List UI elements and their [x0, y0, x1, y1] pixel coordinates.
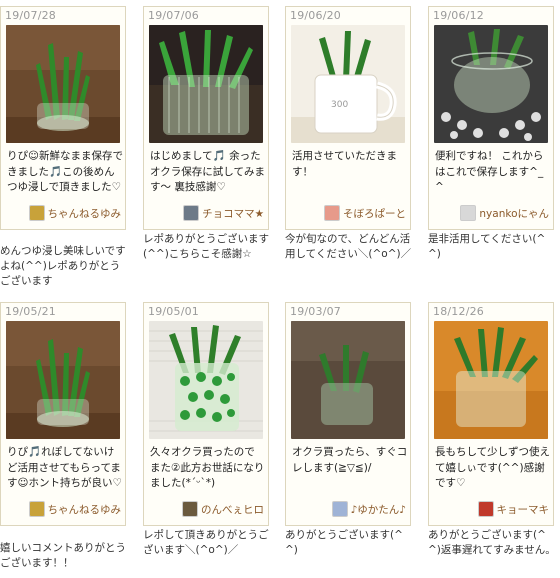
report-user[interactable]: ちゃんねるゆみ	[28, 501, 122, 517]
report-comment: 長もちして少しずつ使えて嬉しぃです(^^)感謝です♡	[435, 446, 550, 489]
avatar[interactable]	[182, 501, 198, 517]
report-photo[interactable]	[434, 25, 548, 143]
author-reply: 今が旬なので、どんどん活用してください＼(^o^)／	[285, 233, 412, 260]
report-photo[interactable]: 300	[291, 25, 405, 143]
report-photo[interactable]	[6, 25, 120, 143]
report-comment: 活用させていただきます！	[292, 150, 397, 178]
report-date: 19/05/01	[148, 305, 200, 318]
report-user[interactable]: のんべぇヒロ	[182, 501, 264, 517]
report-user[interactable]: ♪ゆかたん♪	[331, 501, 406, 517]
report-date: 19/07/28	[5, 9, 57, 22]
username-link[interactable]: キョーマキ	[497, 502, 550, 517]
report-user[interactable]: チョコママ★	[183, 205, 264, 221]
report-comment: オクラ買ったら、すぐコレします(≧▽≦)/	[292, 446, 408, 474]
report-card[interactable]: 19/03/07 オクラ買ったら、すぐコレします(≧▽≦)/ ♪ゆかたん♪	[285, 302, 411, 526]
username-link[interactable]: チョコママ★	[202, 206, 264, 221]
report-card[interactable]: 19/05/21 りぴ🎵れぽしてないけど活用させてもらってます☺ホント持ちが良い…	[0, 302, 126, 526]
report-photo[interactable]	[149, 321, 263, 439]
username-link[interactable]: nyankoにゃん	[479, 206, 549, 221]
report-comment: りぴ☺新鮮なまま保存できました🎵この後めんつゆ浸しで頂きました♡	[7, 150, 123, 193]
avatar[interactable]	[331, 501, 348, 517]
avatar[interactable]	[324, 205, 340, 221]
report-comment: はじめまして🎵 余ったオクラ保存に試してみます〜 裏技感謝♡	[150, 150, 265, 193]
report-card[interactable]: 18/12/26 長もちして少しずつ使えて嬉しぃです(^^)感謝です♡ キョーマ…	[428, 302, 554, 526]
avatar[interactable]	[183, 205, 200, 221]
report-date: 19/07/06	[148, 9, 200, 22]
report-card[interactable]: 19/05/01 久々オクラ買ったので また②此方お世話になりました(*ˊᵕˋ*…	[143, 302, 269, 526]
author-reply: めんつゆ浸し美味しいですよね(^^)レポありがとうございます	[0, 245, 126, 287]
report-date: 19/03/07	[290, 305, 342, 318]
author-reply: 嬉しいコメントありがとうございます！！	[0, 542, 126, 569]
report-card[interactable]: 19/07/06 はじめまして🎵 余ったオクラ保存に試してみます〜 裏技感謝♡ …	[143, 6, 269, 230]
report-comment: りぴ🎵れぽしてないけど活用させてもらってます☺ホント持ちが良い♡	[7, 446, 122, 489]
avatar[interactable]	[460, 205, 477, 221]
username-link[interactable]: ちゃんねるゆみ	[48, 206, 122, 221]
author-reply: ありがとうございます(^^)	[285, 529, 403, 556]
author-reply: ありがとうございます(^^)返事遅れてすみません。	[428, 529, 556, 556]
author-reply: レポして頂きありがとうございます＼(^o^)／	[143, 529, 269, 556]
report-card[interactable]: 19/06/12 便利ですね！ これからはこれで保存します^_^ nyankoに…	[428, 6, 554, 230]
report-photo[interactable]	[291, 321, 405, 439]
report-photo[interactable]	[149, 25, 263, 143]
report-card[interactable]: 19/06/20 300 活用させていただきます！ そぼろぱーと	[285, 6, 411, 230]
report-photo[interactable]	[6, 321, 120, 439]
report-photo[interactable]	[434, 321, 548, 439]
author-reply: レポありがとうございます(^^)こちらこそ感謝☆	[143, 233, 269, 260]
avatar[interactable]	[28, 501, 45, 517]
report-date: 19/06/12	[433, 9, 485, 22]
report-user[interactable]: キョーマキ	[477, 501, 550, 517]
avatar[interactable]	[28, 205, 45, 221]
report-comment: 久々オクラ買ったので また②此方お世話になりました(*ˊᵕˋ*)	[150, 446, 265, 489]
username-link[interactable]: そぼろぱーと	[343, 206, 406, 221]
report-card[interactable]: 19/07/28 りぴ☺新鮮なまま保存できました🎵この後めんつゆ浸しで頂きました…	[0, 6, 126, 230]
username-link[interactable]: ちゃんねるゆみ	[48, 502, 122, 517]
report-comment: 便利ですね！ これからはこれで保存します^_^	[435, 150, 544, 193]
report-date: 18/12/26	[433, 305, 485, 318]
avatar[interactable]	[477, 501, 494, 517]
author-reply: 是非活用してください(^^)	[428, 233, 546, 260]
svg-text:300: 300	[331, 100, 348, 110]
report-date: 19/05/21	[5, 305, 57, 318]
username-link[interactable]: のんべぇヒロ	[201, 502, 264, 517]
tsukurepo-grid: 19/07/28 りぴ☺新鮮なまま保存できました🎵この後めんつゆ浸しで頂きました…	[0, 0, 560, 578]
report-date: 19/06/20	[290, 9, 342, 22]
report-user[interactable]: nyankoにゃん	[460, 205, 549, 221]
report-user[interactable]: ちゃんねるゆみ	[28, 205, 122, 221]
report-user[interactable]: そぼろぱーと	[324, 205, 406, 221]
username-link[interactable]: ♪ゆかたん♪	[351, 502, 406, 517]
